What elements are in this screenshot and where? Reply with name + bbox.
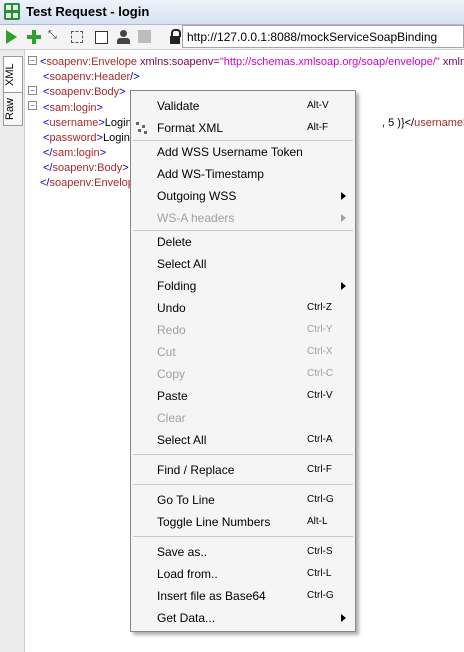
code-line: </soapenv:Envelop — [40, 177, 134, 189]
code-line: <soapenv:Header/> — [43, 71, 140, 83]
menu-item-add-ws-timestamp[interactable]: Add WS-Timestamp — [131, 163, 355, 185]
menu-item-get-data[interactable]: Get Data... — [131, 607, 355, 629]
menu-item-redo: Redo Ctrl-Y — [157, 323, 333, 337]
request-toolbar: ⤡ http://127.0.0.1:8088/mockServiceSoapB… — [0, 25, 464, 50]
code-line: <username>Login — [43, 117, 132, 129]
context-menu: Validate Alt-V Format XML Alt-F Add WSS Us… — [130, 90, 356, 632]
menu-item-format-xml[interactable]: Format XML Alt-F — [131, 117, 355, 139]
menu-item-select-all[interactable]: Select All — [131, 253, 355, 275]
menu-item-go-to-line[interactable]: Go To Line Ctrl-G — [131, 489, 355, 511]
format-xml-icon — [136, 122, 148, 134]
disabled-toolbar-icon — [138, 30, 151, 43]
menu-item-cut: Cut Ctrl-X — [157, 345, 333, 359]
menu-separator — [133, 484, 353, 485]
menu-item-insert-file-as-base64[interactable]: Insert file as Base64 Ctrl-G — [131, 585, 355, 607]
menu-separator — [133, 454, 353, 455]
title-bar: Test Request - login — [0, 0, 464, 25]
menu-item-toggle-line-numbers[interactable]: Toggle Line Numbers Alt-L — [131, 511, 355, 533]
menu-item-save-as[interactable]: Save as.. Ctrl-S — [131, 541, 355, 563]
user-credentials-icon[interactable] — [116, 29, 132, 45]
menu-item-clear: Clear — [157, 411, 186, 425]
code-line: <soapenv:Body> — [43, 86, 126, 98]
menu-item-paste[interactable]: Paste Ctrl-V — [131, 385, 355, 407]
fold-toggle-icon[interactable]: − — [28, 56, 37, 65]
menu-item-add-wss-username-token[interactable]: Add WSS Username Token — [131, 141, 355, 163]
add-assertion-icon[interactable] — [26, 29, 42, 45]
stop-request-icon[interactable] — [95, 31, 108, 44]
fold-toggle-icon[interactable]: − — [28, 101, 37, 110]
window-title: Test Request - login — [26, 4, 150, 19]
code-line: <password>Login — [43, 132, 130, 144]
endpoint-url-field[interactable]: http://127.0.0.1:8088/mockServiceSoapBin… — [182, 25, 464, 48]
code-line: <sam:login> — [43, 102, 103, 114]
menu-item-folding[interactable]: Folding — [131, 275, 355, 297]
code-line: </soapenv:Body> — [43, 162, 129, 174]
menu-item-load-from[interactable]: Load from.. Ctrl-L — [131, 563, 355, 585]
menu-separator — [133, 536, 353, 537]
fold-toggle-icon[interactable]: − — [28, 86, 37, 95]
submenu-arrow-icon — [341, 282, 346, 290]
run-request-icon[interactable] — [6, 30, 17, 44]
create-empty-request-icon[interactable]: ⤡ — [48, 29, 64, 45]
submenu-arrow-icon — [341, 192, 346, 200]
editor-side-tabs: XML Raw — [0, 50, 25, 652]
menu-item-undo[interactable]: Undo Ctrl-Z — [131, 297, 355, 319]
menu-item-select-all-ctrl-a[interactable]: Select All Ctrl-A — [131, 429, 355, 451]
tab-raw[interactable]: Raw — [3, 92, 23, 126]
soapui-app-icon — [4, 3, 20, 20]
tab-xml[interactable]: XML — [3, 56, 23, 94]
menu-item-ws-a-headers: WS-A headers — [131, 207, 355, 229]
menu-item-find-replace[interactable]: Find / Replace Ctrl-F — [131, 459, 355, 481]
clone-request-icon[interactable] — [71, 31, 83, 43]
code-line: </sam:login> — [43, 147, 106, 159]
fold-gutter: − − − — [25, 50, 39, 652]
submenu-arrow-icon — [341, 214, 346, 222]
menu-item-outgoing-wss[interactable]: Outgoing WSS — [131, 185, 355, 207]
menu-item-validate[interactable]: Validate Alt-V — [131, 95, 355, 117]
submenu-arrow-icon — [341, 614, 346, 622]
code-line: <soapenv:Envelope xmlns:soapenv="http://… — [40, 56, 464, 68]
menu-item-delete[interactable]: Delete — [131, 231, 355, 253]
menu-item-copy: Copy Ctrl-C — [157, 367, 334, 381]
code-line-tail: , 5 )}</username> — [382, 117, 464, 129]
